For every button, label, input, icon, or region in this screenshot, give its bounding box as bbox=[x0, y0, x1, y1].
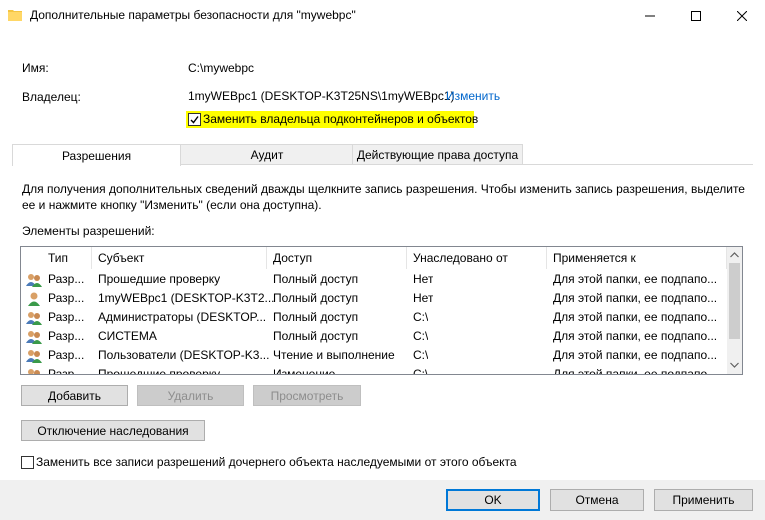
disable-inheritance-button[interactable]: Отключение наследования bbox=[21, 420, 205, 441]
permission-entries-list[interactable]: Тип Субъект Доступ Унаследовано от Приме… bbox=[20, 246, 743, 375]
cell-applies: Для этой папки, ее подпапо... bbox=[553, 367, 718, 375]
table-row[interactable]: Разр... Прошедшие проверку Полный доступ Не… bbox=[21, 270, 727, 289]
title-bar: Дополнительные параметры безопасности дл… bbox=[0, 0, 765, 32]
group-icon bbox=[26, 312, 42, 325]
close-button[interactable] bbox=[719, 0, 765, 32]
cell-type: Разр... bbox=[48, 329, 85, 343]
minimize-button[interactable] bbox=[627, 0, 673, 32]
window-title: Дополнительные параметры безопасности дл… bbox=[30, 8, 356, 22]
cell-applies: Для этой папки, ее подпапо... bbox=[553, 291, 718, 305]
cell-inherited: C:\ bbox=[413, 348, 429, 362]
close-icon bbox=[737, 11, 747, 21]
cell-access: Полный доступ bbox=[273, 310, 359, 324]
cell-subject: СИСТЕМА bbox=[98, 329, 157, 343]
table-row[interactable]: Разр... Администраторы (DESKTOP... Полный … bbox=[21, 308, 727, 327]
cell-subject: Пользователи (DESKTOP-K3... bbox=[98, 348, 270, 362]
remove-button[interactable]: Удалить bbox=[137, 385, 244, 406]
scroll-down-icon[interactable] bbox=[730, 362, 739, 368]
cell-access: Полный доступ bbox=[273, 291, 359, 305]
cell-access: Полный доступ bbox=[273, 272, 359, 286]
add-button[interactable]: Добавить bbox=[21, 385, 128, 406]
maximize-icon bbox=[691, 11, 701, 21]
cell-access: Чтение и выполнение bbox=[273, 348, 395, 362]
cell-access: Изменение bbox=[273, 367, 336, 375]
view-button[interactable]: Просмотреть bbox=[253, 385, 361, 406]
owner-label: Владелец: bbox=[22, 90, 81, 104]
group-icon bbox=[28, 369, 40, 374]
scrollbar-thumb[interactable] bbox=[729, 263, 740, 339]
cell-inherited: C:\ bbox=[413, 310, 429, 324]
table-row[interactable]: Разр... Прошедшие проверку Изменение C:\ Для… bbox=[21, 365, 727, 375]
checkmark-icon bbox=[190, 116, 199, 124]
replace-owner-label: Заменить владельца подконтейнеров и объе… bbox=[203, 112, 479, 126]
ok-button[interactable]: OK bbox=[446, 489, 540, 511]
permissions-hint-line-1: Для получения дополнительных сведений дв… bbox=[22, 182, 745, 196]
change-owner-link[interactable]: Изменить bbox=[446, 89, 500, 103]
name-value: C:\mywebpc bbox=[188, 61, 255, 75]
group-icon bbox=[26, 274, 42, 287]
replace-owner-checkbox[interactable] bbox=[188, 113, 201, 126]
cell-type: Разр... bbox=[48, 348, 85, 362]
owner-value: 1myWEBpc1 (DESKTOP-K3T25NS\1myWEBpc1) bbox=[188, 89, 455, 103]
tab-permissions[interactable]: Разрешения bbox=[12, 144, 181, 166]
replace-all-checkbox-row[interactable]: Заменить все записи разрешений дочернего… bbox=[21, 455, 521, 470]
maximize-button[interactable] bbox=[673, 0, 719, 32]
user-icon bbox=[28, 292, 40, 306]
scroll-up-icon[interactable] bbox=[730, 252, 739, 258]
tab-audit[interactable]: Аудит bbox=[180, 144, 354, 165]
replace-owner-checkbox-row[interactable]: Заменить владельца подконтейнеров и объе… bbox=[186, 111, 478, 128]
replace-all-checkbox[interactable] bbox=[21, 456, 34, 469]
group-icon bbox=[26, 350, 42, 363]
group-icon bbox=[26, 331, 42, 344]
cell-type: Разр... bbox=[48, 291, 85, 305]
dialog-footer bbox=[0, 480, 765, 520]
column-header-applies-to[interactable]: Применяется к bbox=[547, 247, 727, 269]
list-scrollbar[interactable] bbox=[727, 247, 742, 374]
replace-all-label: Заменить все записи разрешений дочернего… bbox=[36, 455, 517, 469]
column-header-subject[interactable]: Субъект bbox=[92, 247, 267, 269]
cell-access: Полный доступ bbox=[273, 329, 359, 343]
cell-subject: Администраторы (DESKTOP... bbox=[98, 310, 267, 324]
name-label: Имя: bbox=[22, 61, 49, 75]
cancel-button[interactable]: Отмена bbox=[550, 489, 644, 511]
minimize-icon bbox=[645, 15, 655, 17]
column-header-inherited-from[interactable]: Унаследовано от bbox=[407, 247, 547, 269]
cell-applies: Для этой папки, ее подпапо... bbox=[553, 310, 718, 324]
cell-type: Разр... bbox=[48, 367, 85, 375]
permissions-hint-line-2: ее и нажмите кнопку "Изменить" (если она… bbox=[22, 198, 322, 212]
cell-applies: Для этой папки, ее подпапо... bbox=[553, 329, 718, 343]
column-header-access[interactable]: Доступ bbox=[267, 247, 407, 269]
table-row[interactable]: Разр... Пользователи (DESKTOP-K3... Чтение… bbox=[21, 346, 727, 365]
cell-applies: Для этой папки, ее подпапо... bbox=[553, 348, 718, 362]
table-row[interactable]: Разр... СИСТЕМА Полный доступ C:\ Для этой п… bbox=[21, 327, 727, 346]
tab-effective-access[interactable]: Действующие права доступа bbox=[352, 144, 523, 165]
column-header-type[interactable]: Тип bbox=[21, 247, 92, 269]
cell-inherited: C:\ bbox=[413, 329, 429, 343]
folder-icon bbox=[8, 10, 22, 21]
apply-button[interactable]: Применить bbox=[654, 489, 753, 511]
cell-subject: Прошедшие проверку bbox=[98, 367, 221, 375]
cell-applies: Для этой папки, ее подпапо... bbox=[553, 272, 718, 286]
cell-type: Разр... bbox=[48, 272, 85, 286]
cell-inherited: Нет bbox=[413, 272, 434, 286]
permission-entries-label: Элементы разрешений: bbox=[22, 224, 155, 238]
cell-subject: 1myWEBpc1 (DESKTOP-K3T2... bbox=[98, 291, 275, 305]
cell-type: Разр... bbox=[48, 310, 85, 324]
cell-subject: Прошедшие проверку bbox=[98, 272, 221, 286]
cell-inherited: C:\ bbox=[413, 367, 429, 375]
cell-inherited: Нет bbox=[413, 291, 434, 305]
table-row[interactable]: Разр... 1myWEBpc1 (DESKTOP-K3T2... Полный … bbox=[21, 289, 727, 308]
